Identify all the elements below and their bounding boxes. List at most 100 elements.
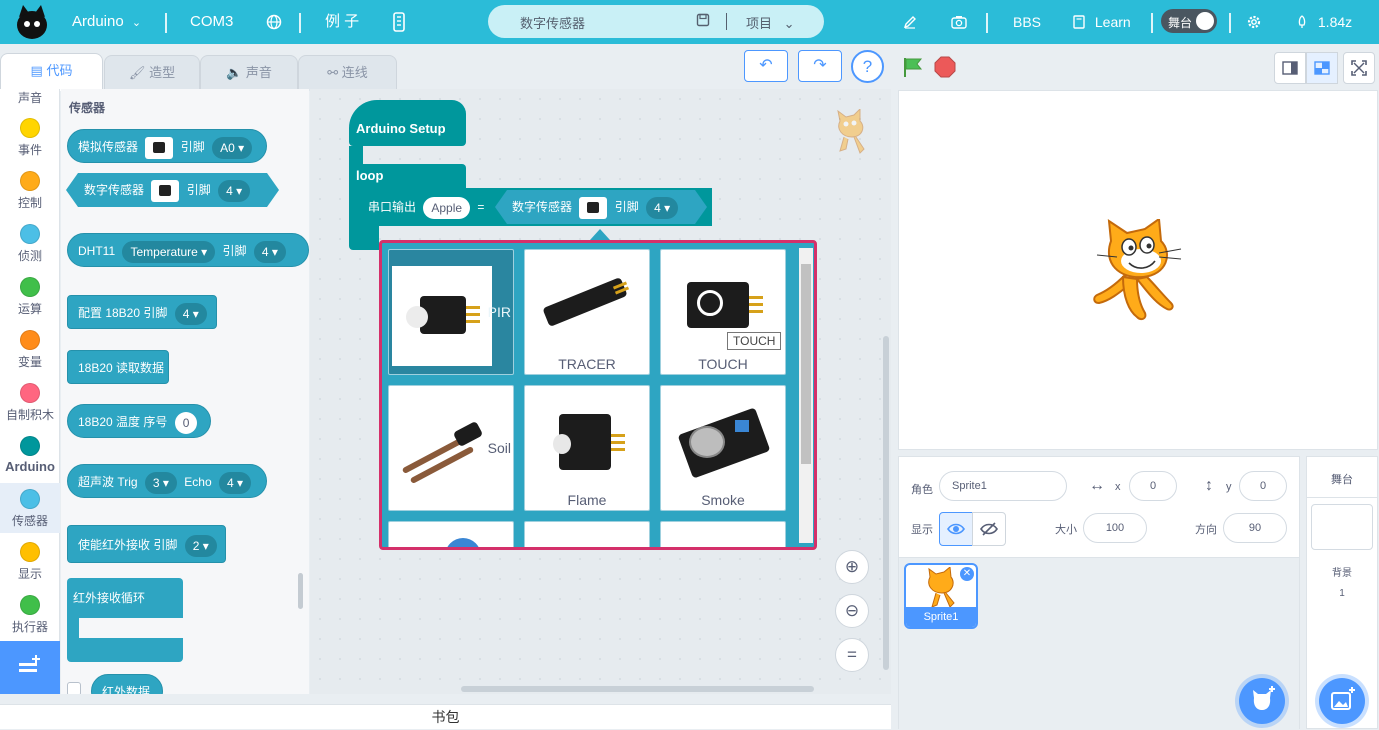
settings-gear-icon[interactable] — [1246, 0, 1262, 44]
sprite-name-input[interactable]: Sprite1 — [939, 471, 1067, 501]
category-control[interactable]: 控制 — [0, 171, 60, 211]
add-backdrop-button[interactable] — [1319, 678, 1365, 724]
redo-button[interactable]: ↷ — [798, 50, 842, 82]
tab-costume[interactable]: 🖌 造型 — [104, 55, 200, 91]
echo-dropdown[interactable]: 4 ▾ — [219, 471, 252, 494]
block-ultrasonic[interactable]: 超声波 Trig 3 ▾ Echo 4 ▾ — [67, 464, 267, 498]
project-menu[interactable]: 项目 ⌄ — [746, 13, 795, 32]
sensor-card-partial[interactable] — [388, 521, 514, 547]
pin-dropdown[interactable]: 4 ▾ — [174, 302, 207, 325]
x-input[interactable]: 0 — [1129, 471, 1177, 501]
category-my-blocks[interactable]: 自制积木 — [0, 383, 60, 423]
category-sound[interactable]: 声音 — [0, 89, 60, 106]
category-actuators[interactable]: 执行器 — [0, 595, 60, 635]
category-arduino[interactable]: Arduino — [0, 436, 60, 474]
sensor-card-tracer[interactable]: TRACER — [524, 249, 650, 375]
category-operators[interactable]: 运算 — [0, 277, 60, 317]
pen-icon[interactable] — [903, 0, 917, 44]
add-sprite-button[interactable] — [1239, 678, 1285, 724]
stage-backdrop-thumbnail[interactable] — [1311, 504, 1373, 550]
block-ir-enable[interactable]: 使能红外接收 引脚 2 ▾ — [67, 525, 226, 563]
serial-value-input[interactable]: Apple — [423, 196, 471, 219]
bbs-link[interactable]: BBS — [1013, 0, 1041, 44]
category-sensors[interactable]: 传感器 — [0, 483, 60, 533]
category-events[interactable]: 事件 — [0, 118, 60, 158]
green-flag-icon[interactable] — [902, 56, 924, 81]
block-analog-sensor[interactable]: 模拟传感器 引脚 A0 ▾ — [67, 129, 267, 163]
sprite-thumbnail[interactable]: Sprite1 ✕ — [904, 563, 978, 629]
index-input[interactable]: 0 — [174, 411, 198, 434]
save-icon[interactable] — [696, 13, 710, 30]
globe-icon[interactable] — [266, 0, 282, 44]
port-selector[interactable]: COM3 — [190, 0, 233, 44]
palette-scrollbar[interactable] — [298, 573, 303, 609]
sensor-thumbnail-icon[interactable] — [145, 136, 174, 159]
dht-type-dropdown[interactable]: Temperature ▾ — [122, 240, 216, 263]
digital-sensor-reporter[interactable]: 数字传感器 引脚 4 ▾ — [495, 190, 707, 224]
camera-icon[interactable] — [951, 0, 967, 44]
show-hidden-button[interactable] — [972, 512, 1006, 546]
delete-sprite-icon[interactable]: ✕ — [960, 567, 974, 581]
pin-dropdown[interactable]: 4 ▾ — [218, 180, 250, 202]
block-dht11[interactable]: DHT11 Temperature ▾ 引脚 4 ▾ — [67, 233, 309, 267]
y-input[interactable]: 0 — [1239, 471, 1287, 501]
tab-sound[interactable]: 🔈 声音 — [200, 55, 298, 91]
learn-link[interactable]: Learn — [1073, 0, 1131, 44]
scratch-cat-sprite[interactable] — [1089, 217, 1185, 328]
block-18b20-config[interactable]: 配置 18B20 引脚 4 ▾ — [67, 295, 217, 329]
sensor-thumbnail-icon[interactable] — [579, 197, 607, 219]
zoom-reset-button[interactable]: = — [835, 638, 869, 672]
pin-dropdown[interactable]: A0 ▾ — [212, 136, 253, 159]
sensor-card-partial[interactable] — [524, 521, 650, 547]
sensor-thumbnail-icon[interactable] — [151, 180, 179, 202]
ir-data-checkbox[interactable] — [67, 682, 81, 694]
block-18b20-read[interactable]: 18B20 读取数据 — [67, 350, 169, 384]
stage-target-panel[interactable]: 舞台 背景 1 — [1306, 456, 1378, 729]
examples-menu[interactable]: 例 子 — [325, 0, 359, 44]
size-input[interactable]: 100 — [1083, 513, 1147, 543]
block-ir-loop[interactable]: 红外接收循环 — [67, 578, 183, 662]
trig-dropdown[interactable]: 3 ▾ — [144, 471, 177, 494]
pin-dropdown[interactable]: 4 ▾ — [646, 197, 678, 219]
arduino-setup-block[interactable]: Arduino Setup — [349, 100, 466, 146]
app-logo[interactable] — [14, 3, 50, 41]
small-stage-button[interactable] — [1274, 52, 1306, 84]
pin-dropdown[interactable]: 4 ▾ — [253, 240, 286, 263]
sensor-card-smoke[interactable]: Smoke — [660, 385, 786, 511]
category-variables[interactable]: 变量 — [0, 330, 60, 370]
sensor-card-soil[interactable]: Soil — [388, 385, 514, 511]
fullscreen-button[interactable] — [1343, 52, 1375, 84]
sensor-card-partial[interactable] — [660, 521, 786, 547]
zoom-in-button[interactable]: ⊕ — [835, 550, 869, 584]
loop-block[interactable]: loop — [349, 164, 466, 190]
device-icon[interactable] — [392, 0, 406, 44]
direction-input[interactable]: 90 — [1223, 513, 1287, 543]
tab-wiring[interactable]: ⚯ 连线 — [298, 55, 397, 91]
stage-mode-toggle[interactable]: 舞台 — [1161, 9, 1217, 33]
sensor-card-touch[interactable]: TOUCH TOUCH — [660, 249, 786, 375]
category-sensing[interactable]: 侦测 — [0, 224, 60, 264]
popup-scrollbar[interactable] — [799, 248, 813, 543]
block-18b20-temp[interactable]: 18B20 温度 序号 0 — [67, 404, 211, 438]
normal-stage-button[interactable] — [1306, 52, 1338, 84]
stage-canvas[interactable] — [898, 90, 1378, 450]
block-ir-data[interactable]: 红外数据 — [91, 674, 163, 694]
pin-dropdown[interactable]: 2 ▾ — [184, 534, 217, 557]
block-digital-sensor[interactable]: 数字传感器 引脚 4 ▾ — [66, 173, 279, 207]
category-display[interactable]: 显示 — [0, 542, 60, 582]
project-name-input[interactable]: 数字传感器 — [520, 13, 585, 32]
tab-code[interactable]: ▤ 代码 — [0, 53, 103, 91]
workspace-horizontal-scrollbar[interactable] — [461, 686, 814, 692]
zoom-out-button[interactable]: ⊖ — [835, 594, 869, 628]
stop-icon[interactable] — [934, 56, 956, 81]
undo-button[interactable]: ↶ — [744, 50, 788, 82]
show-visible-button[interactable] — [939, 512, 973, 546]
sensor-card-pir[interactable]: PIR — [388, 249, 514, 375]
add-extension-button[interactable] — [0, 641, 60, 694]
backpack-bar[interactable]: 书包 — [0, 704, 891, 729]
version-info[interactable]: 1.84z — [1296, 0, 1352, 44]
workspace-vertical-scrollbar[interactable] — [883, 336, 889, 670]
board-selector[interactable]: Arduino ⌄ — [72, 0, 141, 44]
sensor-card-flame[interactable]: Flame — [524, 385, 650, 511]
help-button[interactable]: ? — [851, 50, 884, 83]
